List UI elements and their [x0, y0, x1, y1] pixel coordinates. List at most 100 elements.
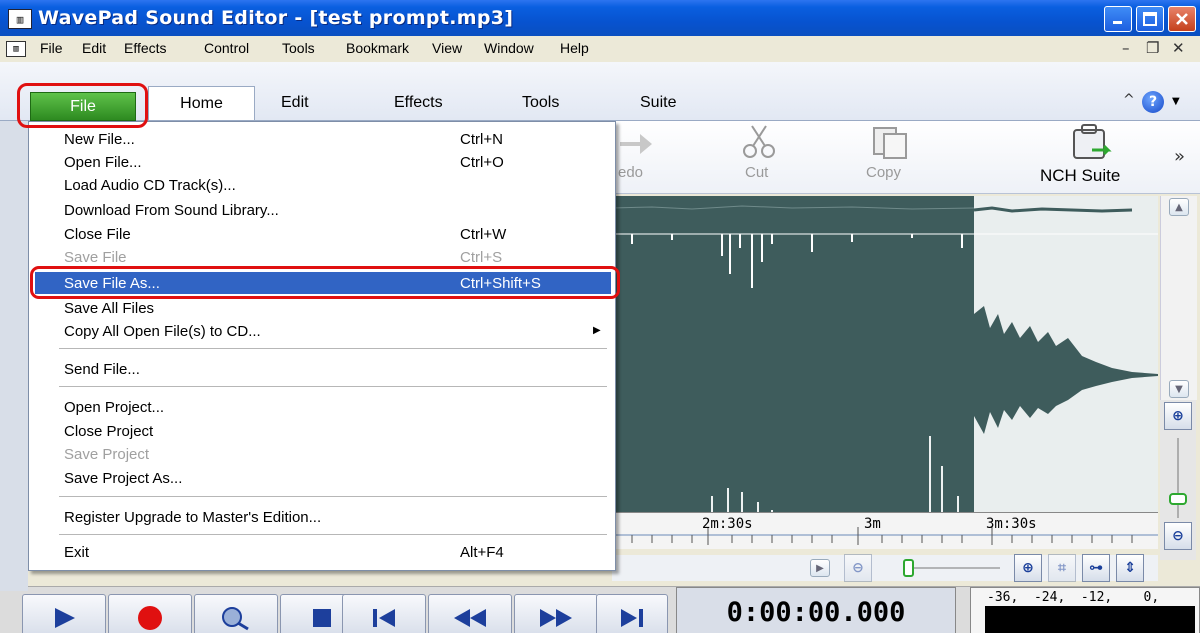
menu-help[interactable]: Help: [560, 40, 589, 56]
zoom-in-icon[interactable]: ⊕: [1164, 402, 1192, 430]
close-icon: [1176, 13, 1188, 25]
menu-item-send-file[interactable]: Send File...: [35, 358, 611, 380]
tab-effects[interactable]: Effects: [394, 94, 443, 112]
meter-scale: -36, -24, -12, 0,: [987, 590, 1160, 605]
rewind-button[interactable]: [428, 594, 512, 633]
title-bar: ▥ WavePad Sound Editor - [test prompt.mp…: [0, 0, 1200, 36]
maximize-icon: [1143, 12, 1157, 26]
mdi-minimize-icon[interactable]: –: [1122, 39, 1130, 57]
stop-icon: [313, 609, 331, 627]
chevron-down-icon[interactable]: ▼: [1172, 96, 1180, 107]
fast-forward-button[interactable]: [514, 594, 598, 633]
annotation-highlight-save-as: [30, 266, 620, 299]
magnify-play-icon: [222, 607, 249, 631]
maximize-button[interactable]: [1136, 6, 1164, 32]
play-selection-button[interactable]: [194, 594, 278, 633]
menu-item-copy-to-cd[interactable]: Copy All Open File(s) to CD... ▶: [35, 320, 611, 342]
menu-item-save-project-as[interactable]: Save Project As...: [35, 467, 611, 489]
play-icon: [55, 608, 75, 628]
zoom-panel: ⊕ ⊖: [1160, 400, 1196, 560]
nch-suite-button-label[interactable]: NCH Suite: [1040, 166, 1120, 186]
menu-item-register-upgrade[interactable]: Register Upgrade to Master's Edition...: [35, 506, 611, 528]
menu-item-load-audio-cd[interactable]: Load Audio CD Track(s)...: [35, 174, 611, 196]
tab-tools[interactable]: Tools: [522, 94, 559, 112]
play-button[interactable]: [22, 594, 106, 633]
menu-item-save-file[interactable]: Save File Ctrl+S: [35, 246, 611, 268]
zoom-selection-icon[interactable]: ⌗: [1048, 554, 1076, 582]
vertical-zoom-slider[interactable]: [1164, 436, 1192, 520]
timeline-ruler[interactable]: [612, 512, 1158, 549]
document-icon[interactable]: ▥: [6, 41, 26, 57]
menu-item-open-project[interactable]: Open Project...: [35, 396, 611, 418]
wavepad-window: ▥ WavePad Sound Editor - [test prompt.mp…: [0, 0, 1200, 633]
copy-button-label[interactable]: Copy: [866, 164, 901, 181]
collapse-ribbon-icon[interactable]: ^: [1123, 92, 1135, 108]
copy-icon[interactable]: [870, 126, 910, 160]
zoom-in-horizontal-icon[interactable]: ⊕: [1014, 554, 1042, 582]
tab-home[interactable]: Home: [148, 86, 255, 120]
menu-item-close-file[interactable]: Close File Ctrl+W: [35, 223, 611, 245]
file-menu-dropdown: New File... Ctrl+N Open File... Ctrl+O L…: [28, 121, 616, 571]
menu-window[interactable]: Window: [484, 40, 534, 56]
horizontal-zoom-slider[interactable]: [902, 557, 1002, 579]
scroll-down-icon[interactable]: ▼: [1169, 380, 1189, 398]
scroll-up-icon[interactable]: ▲: [1169, 198, 1189, 216]
menu-bar: ▥ File Edit Effects Control Tools Bookma…: [0, 36, 1200, 62]
menu-separator: [59, 496, 607, 497]
redo-button-label[interactable]: edo: [618, 164, 643, 181]
tick-label: 3m:30s: [986, 516, 1037, 532]
window-title: WavePad Sound Editor - [test prompt.mp3]: [38, 7, 514, 29]
redo-icon[interactable]: [618, 128, 654, 156]
nch-suite-icon[interactable]: [1068, 124, 1112, 162]
annotation-highlight-file-tab: [17, 83, 148, 128]
tick-label: 3m: [864, 516, 881, 532]
cut-button-label[interactable]: Cut: [745, 164, 768, 181]
horizontal-zoom-bar: ▶ ⊖ ⊕ ⌗ ⊶ ⇕: [612, 554, 1158, 582]
tick-label: 2m:30s: [702, 516, 753, 532]
menu-bookmark[interactable]: Bookmark: [346, 40, 409, 56]
mdi-close-icon[interactable]: ✕: [1172, 39, 1185, 57]
scissors-icon[interactable]: [740, 124, 780, 160]
ruler-ticks: [612, 527, 1158, 545]
menu-item-open-file[interactable]: Open File... Ctrl+O: [35, 151, 611, 173]
close-button[interactable]: [1168, 6, 1196, 32]
go-to-end-button[interactable]: [596, 594, 668, 633]
wavepad-app-icon[interactable]: ▥: [8, 9, 32, 29]
record-button[interactable]: [108, 594, 192, 633]
skip-end-icon: [621, 609, 643, 627]
menu-edit[interactable]: Edit: [82, 40, 106, 56]
help-icon[interactable]: ?: [1142, 91, 1164, 113]
vertical-scrollbar[interactable]: ▲ ▼: [1160, 196, 1197, 400]
menu-item-save-project[interactable]: Save Project: [35, 443, 611, 465]
waveform: [612, 196, 1158, 530]
menu-separator: [59, 534, 607, 535]
fast-forward-icon: [540, 609, 572, 627]
tab-suite[interactable]: Suite: [640, 94, 676, 112]
zoom-out-horizontal-icon[interactable]: ⊖: [844, 554, 872, 582]
tab-edit[interactable]: Edit: [281, 94, 309, 112]
zoom-vertical-icon[interactable]: ⇕: [1116, 554, 1144, 582]
menu-separator: [59, 386, 607, 387]
go-to-start-button[interactable]: [342, 594, 426, 633]
menu-view[interactable]: View: [432, 40, 462, 56]
minimize-button[interactable]: [1104, 6, 1132, 32]
submenu-arrow-icon: ▶: [593, 325, 601, 336]
mdi-restore-icon[interactable]: ❐: [1146, 39, 1159, 57]
minimize-icon: [1113, 21, 1122, 24]
menu-file[interactable]: File: [40, 40, 63, 56]
menu-separator: [59, 348, 607, 349]
menu-tools[interactable]: Tools: [282, 40, 315, 56]
menu-control[interactable]: Control: [204, 40, 249, 56]
menu-item-close-project[interactable]: Close Project: [35, 420, 611, 442]
menu-item-save-all-files[interactable]: Save All Files: [35, 297, 611, 319]
left-panel: [0, 121, 28, 591]
menu-item-new-file[interactable]: New File... Ctrl+N: [35, 128, 611, 150]
scroll-right-icon[interactable]: ▶: [810, 559, 830, 577]
menu-item-download-sound-library[interactable]: Download From Sound Library...: [35, 199, 611, 221]
zoom-fit-icon[interactable]: ⊶: [1082, 554, 1110, 582]
menu-item-exit[interactable]: Exit Alt+F4: [35, 541, 611, 563]
waveform-panel[interactable]: [612, 196, 1158, 530]
menu-effects[interactable]: Effects: [124, 40, 167, 56]
more-tools-icon[interactable]: »: [1174, 146, 1185, 167]
zoom-out-icon[interactable]: ⊖: [1164, 522, 1192, 550]
